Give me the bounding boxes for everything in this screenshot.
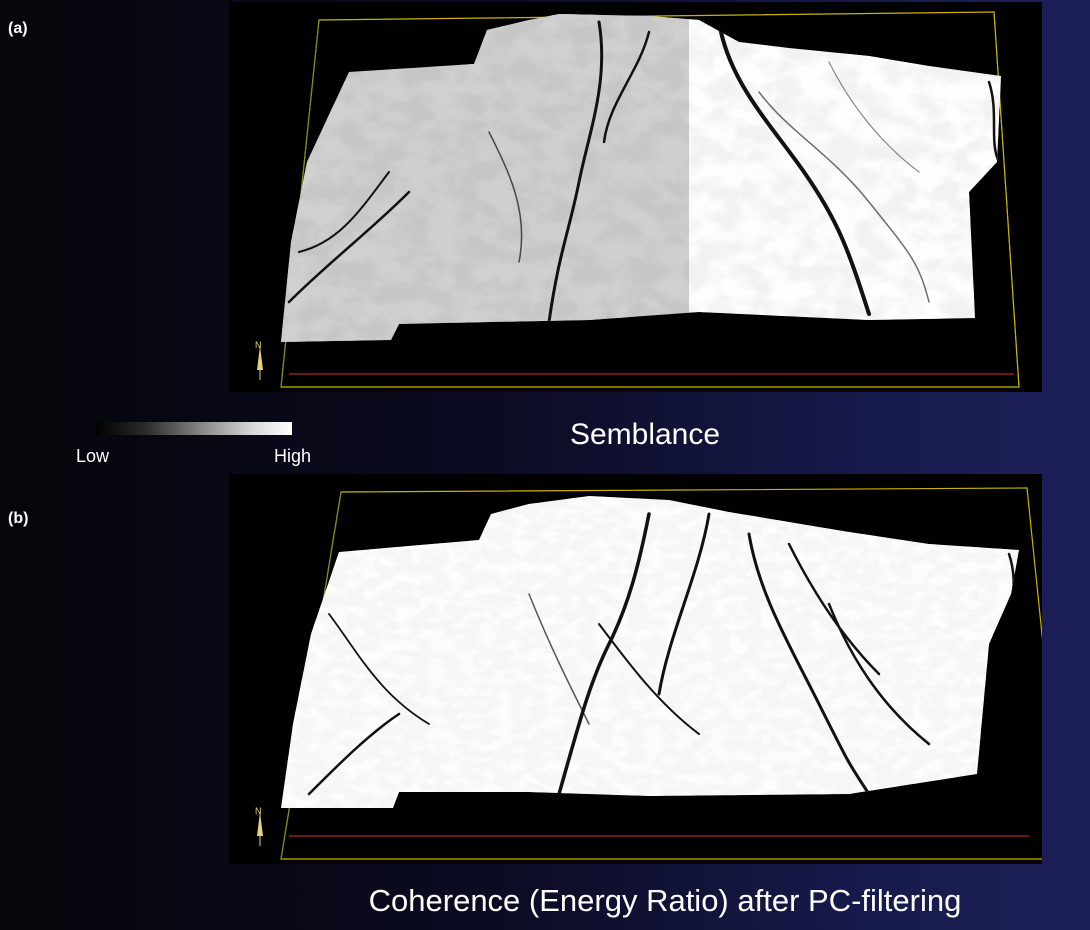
semblance-map xyxy=(281,14,1001,342)
panel-b-caption: Coherence (Energy Ratio) after PC-filter… xyxy=(368,883,962,918)
coherence-volume-view: N xyxy=(255,487,1042,860)
panel-a-label: (a) xyxy=(8,20,28,37)
north-label: N xyxy=(255,340,262,350)
north-arrow-icon: N xyxy=(255,340,263,380)
colorbar xyxy=(96,422,292,435)
coherence-map xyxy=(281,496,1019,808)
semblance-panel: N xyxy=(229,2,1042,392)
semblance-volume-view: N xyxy=(255,11,1020,388)
panel-b-label: (b) xyxy=(8,510,29,527)
colorbar-high-label: High xyxy=(274,446,312,466)
north-arrow-icon: N xyxy=(255,806,263,846)
coherence-panel: N xyxy=(229,474,1042,864)
panel-a-caption: Semblance xyxy=(569,418,721,451)
north-label: N xyxy=(255,806,262,816)
colorbar-low-label: Low xyxy=(76,446,110,466)
